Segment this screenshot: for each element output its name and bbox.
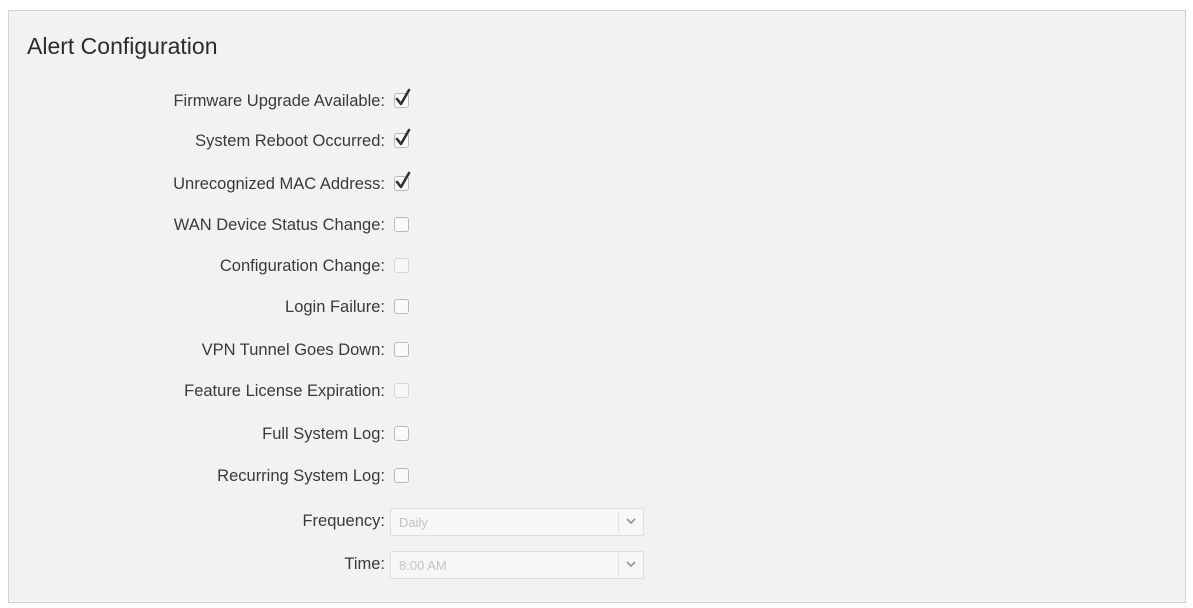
- option-label: Firmware Upgrade Available:: [173, 92, 385, 110]
- chevron-down-icon: [626, 561, 636, 568]
- option-wan-device-status: WAN Device Status Change:: [9, 214, 709, 238]
- option-configuration-change: Configuration Change:: [9, 255, 709, 279]
- option-recurring-system-log: Recurring System Log:: [9, 465, 709, 489]
- option-full-system-log: Full System Log:: [9, 423, 709, 447]
- time-label: Time:: [344, 555, 385, 573]
- option-login-failure: Login Failure:: [9, 296, 709, 320]
- select-divider: [618, 511, 619, 533]
- option-label: System Reboot Occurred:: [195, 132, 385, 150]
- check-icon: [395, 171, 411, 189]
- alert-configuration-panel: Alert Configuration Firmware Upgrade Ava…: [8, 10, 1186, 603]
- frequency-row: Frequency: Daily: [9, 508, 709, 536]
- option-label: VPN Tunnel Goes Down:: [201, 341, 385, 359]
- chevron-down-icon: [626, 518, 636, 525]
- frequency-select[interactable]: Daily: [390, 508, 644, 536]
- wan-device-status-checkbox[interactable]: [394, 217, 409, 232]
- option-label: WAN Device Status Change:: [173, 216, 385, 234]
- firmware-upgrade-checkbox[interactable]: [394, 88, 411, 108]
- frequency-value: Daily: [399, 515, 428, 530]
- option-feature-license: Feature License Expiration:: [9, 380, 709, 404]
- system-reboot-checkbox[interactable]: [394, 128, 411, 148]
- vpn-tunnel-checkbox[interactable]: [394, 342, 409, 357]
- option-vpn-tunnel: VPN Tunnel Goes Down:: [9, 339, 709, 363]
- option-label: Full System Log:: [262, 425, 385, 443]
- time-select[interactable]: 8:00 AM: [390, 551, 644, 579]
- frequency-label: Frequency:: [302, 512, 385, 530]
- login-failure-checkbox[interactable]: [394, 299, 409, 314]
- unrecognized-mac-checkbox[interactable]: [394, 171, 411, 191]
- option-label: Unrecognized MAC Address:: [173, 175, 385, 193]
- option-firmware-upgrade: Firmware Upgrade Available:: [9, 88, 709, 114]
- full-system-log-checkbox[interactable]: [394, 426, 409, 441]
- configuration-change-checkbox[interactable]: [394, 258, 409, 273]
- recurring-system-log-checkbox[interactable]: [394, 468, 409, 483]
- option-label: Login Failure:: [285, 298, 385, 316]
- option-system-reboot: System Reboot Occurred:: [9, 128, 709, 154]
- option-unrecognized-mac: Unrecognized MAC Address:: [9, 171, 709, 197]
- option-label: Configuration Change:: [219, 257, 385, 275]
- time-row: Time: 8:00 AM: [9, 551, 709, 579]
- check-icon: [395, 88, 411, 106]
- option-label: Recurring System Log:: [217, 467, 385, 485]
- option-label: Feature License Expiration:: [184, 382, 385, 400]
- time-value: 8:00 AM: [399, 558, 447, 573]
- select-divider: [618, 554, 619, 576]
- check-icon: [395, 128, 411, 146]
- section-title: Alert Configuration: [27, 33, 218, 59]
- feature-license-checkbox[interactable]: [394, 383, 409, 398]
